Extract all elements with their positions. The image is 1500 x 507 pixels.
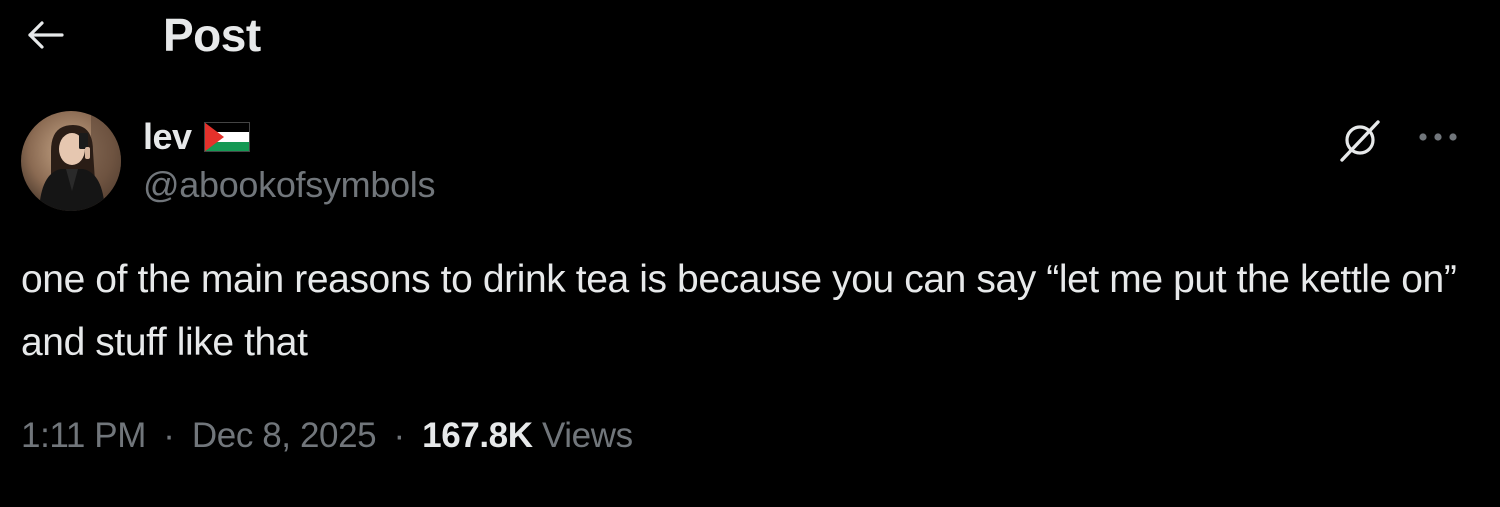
views-count[interactable]: 167.8K xyxy=(422,416,533,455)
post-date[interactable]: Dec 8, 2025 xyxy=(192,416,377,455)
grok-button[interactable] xyxy=(1334,112,1388,166)
author-handle[interactable]: @abookofsymbols xyxy=(143,164,435,206)
meta-separator: · xyxy=(393,416,406,455)
more-options-button[interactable] xyxy=(1408,112,1468,162)
author-name-row: lev xyxy=(143,113,250,161)
avatar[interactable] xyxy=(21,111,121,211)
page-title: Post xyxy=(163,9,261,61)
post-page: Post lev @abookofsymbols one of the main… xyxy=(0,0,1500,507)
top-bar: Post xyxy=(0,0,1500,72)
grok-icon xyxy=(1340,120,1380,162)
more-horizontal-icon xyxy=(1419,133,1457,141)
arrow-left-icon xyxy=(28,21,64,49)
meta-separator: · xyxy=(163,416,175,455)
back-button[interactable] xyxy=(20,12,72,58)
post-text: one of the main reasons to drink tea is … xyxy=(21,258,1457,364)
views-label: Views xyxy=(541,416,633,455)
display-name[interactable]: lev xyxy=(143,116,192,158)
avatar-photo xyxy=(21,111,121,211)
palestine-flag-icon xyxy=(203,122,250,152)
post-meta: 1:11 PM · Dec 8, 2025 · 167.8K Views xyxy=(21,416,633,456)
post-time[interactable]: 1:11 PM xyxy=(21,416,146,455)
